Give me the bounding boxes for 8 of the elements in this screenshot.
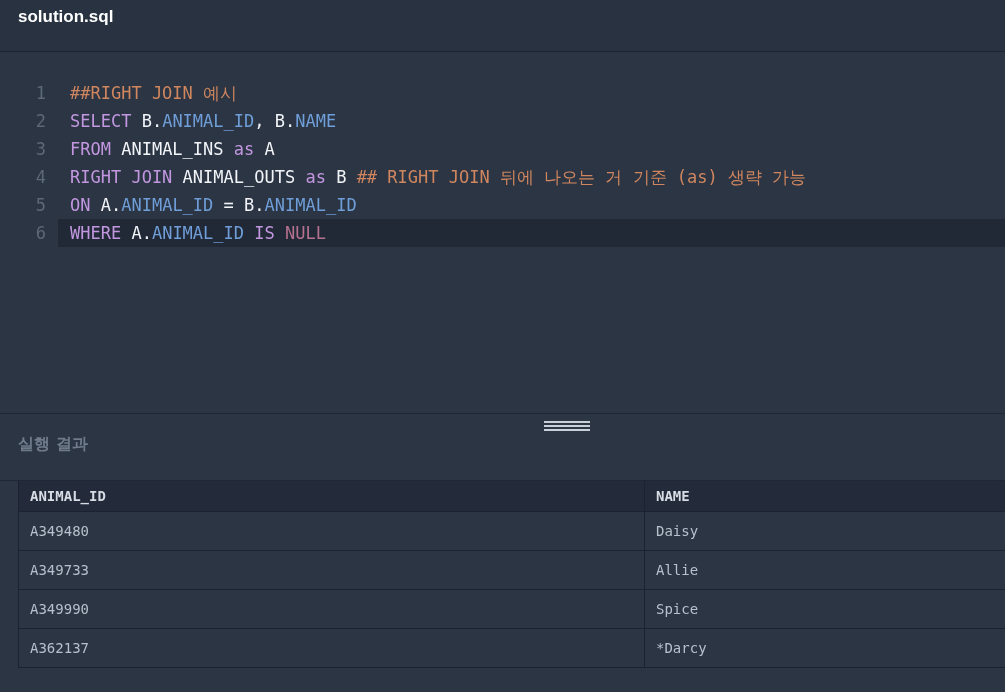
table-cell: A349733 [18, 550, 645, 590]
resize-handle-icon[interactable] [544, 420, 590, 432]
table-cell: A349990 [18, 589, 645, 629]
column-header: ANIMAL_ID [18, 481, 645, 512]
table-cell: A362137 [18, 628, 645, 668]
table-cell: A349480 [18, 511, 645, 551]
column-header: NAME [644, 481, 1005, 512]
file-name: solution.sql [18, 6, 114, 27]
